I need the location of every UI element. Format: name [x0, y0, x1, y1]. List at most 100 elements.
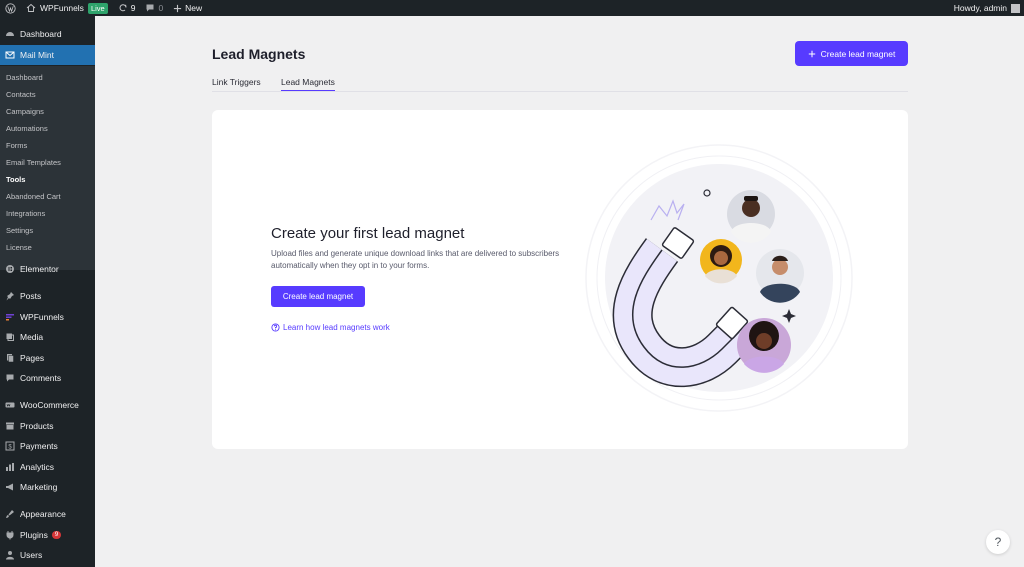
- admin-bar: WPFunnels Live 9 0 New Howdy, admin: [0, 0, 1024, 16]
- new-label: New: [185, 3, 203, 13]
- create-button-label: Create lead magnet: [820, 48, 896, 59]
- menu-label: Marketing: [20, 482, 58, 492]
- paintbrush-icon: [5, 509, 15, 519]
- menu-label: Media: [20, 332, 44, 342]
- menu-analytics[interactable]: Analytics: [0, 457, 95, 477]
- learn-more-link[interactable]: Learn how lead magnets work: [271, 323, 390, 332]
- submenu-forms[interactable]: Forms: [6, 141, 27, 150]
- help-circle-icon: [271, 323, 280, 332]
- chart-bar-icon: [5, 462, 15, 472]
- empty-state-create-button[interactable]: Create lead magnet: [271, 286, 365, 307]
- wordpress-logo-icon[interactable]: [0, 0, 21, 16]
- submenu-contacts[interactable]: Contacts: [6, 90, 36, 99]
- menu-plugins[interactable]: Plugins 9: [0, 525, 95, 545]
- live-badge: Live: [87, 2, 108, 14]
- submenu-dashboard[interactable]: Dashboard: [6, 73, 43, 82]
- pages-icon: [5, 353, 15, 363]
- avatar: [727, 190, 775, 243]
- submenu-settings[interactable]: Settings: [6, 226, 33, 235]
- greeting: Howdy, admin: [953, 3, 1007, 13]
- account-menu[interactable]: Howdy, admin: [949, 0, 1024, 16]
- magnet-illustration: [585, 144, 853, 412]
- megaphone-icon: [5, 482, 15, 492]
- plugins-update-badge: 9: [51, 531, 62, 539]
- page-title: Lead Magnets: [212, 46, 306, 62]
- menu-label: Posts: [20, 291, 42, 301]
- site-name-link[interactable]: WPFunnels Live: [21, 0, 113, 16]
- menu-media[interactable]: Media: [0, 327, 95, 347]
- menu-comments[interactable]: Comments: [0, 368, 95, 388]
- menu-users[interactable]: Users: [0, 545, 95, 565]
- payments-icon: $: [5, 441, 15, 451]
- menu-label: Plugins: [20, 530, 48, 540]
- menu-elementor[interactable]: Elementor: [0, 259, 95, 279]
- menu-label: Appearance: [20, 509, 66, 519]
- site-name: WPFunnels: [40, 3, 84, 13]
- menu-label: Pages: [20, 353, 45, 363]
- new-content-link[interactable]: New: [168, 0, 207, 16]
- refresh-icon: [119, 4, 127, 12]
- woocommerce-icon: [5, 400, 15, 410]
- media-icon: [5, 332, 15, 342]
- empty-state-description: Upload files and generate unique downloa…: [271, 249, 560, 270]
- mail-icon: [5, 50, 15, 60]
- tab-lead-magnets[interactable]: Lead Magnets: [281, 77, 335, 91]
- menu-label: Dashboard: [20, 29, 62, 39]
- tab-bar: Link Triggers Lead Magnets: [212, 72, 908, 92]
- user-icon: [5, 550, 15, 560]
- menu-mail-mint[interactable]: Mail Mint: [0, 45, 95, 65]
- menu-posts[interactable]: Posts: [0, 286, 95, 306]
- mail-mint-submenu: Dashboard Contacts Campaigns Automations…: [0, 66, 95, 270]
- submenu-campaigns[interactable]: Campaigns: [6, 107, 44, 116]
- submenu-tools[interactable]: Tools: [6, 175, 25, 184]
- updates-link[interactable]: 9: [113, 0, 141, 16]
- menu-label: Analytics: [20, 462, 55, 472]
- pin-icon: [5, 291, 15, 301]
- plus-icon: [174, 4, 182, 12]
- wpfunnels-icon: [5, 312, 15, 322]
- menu-marketing[interactable]: Marketing: [0, 477, 95, 497]
- plus-icon: [808, 50, 815, 57]
- menu-label: Comments: [20, 373, 62, 383]
- menu-appearance[interactable]: Appearance: [0, 504, 95, 524]
- empty-state-title: Create your first lead magnet: [271, 225, 465, 242]
- comments-count: 0: [158, 3, 164, 13]
- avatar: [756, 249, 804, 303]
- menu-pages[interactable]: Pages: [0, 348, 95, 368]
- help-button[interactable]: ?: [986, 530, 1010, 554]
- menu-label: Payments: [20, 441, 58, 451]
- menu-dashboard[interactable]: Dashboard: [0, 24, 95, 44]
- submenu-license[interactable]: License: [6, 243, 32, 252]
- menu-payments[interactable]: $ Payments: [0, 436, 95, 456]
- create-lead-magnet-button[interactable]: Create lead magnet: [795, 41, 908, 66]
- admin-sidebar: Dashboard Mail Mint Dashboard Contacts C…: [0, 16, 95, 567]
- menu-label: Mail Mint: [20, 50, 55, 60]
- comment-icon: [5, 373, 15, 383]
- menu-label: Elementor: [20, 264, 59, 274]
- avatar-icon: [1011, 3, 1020, 13]
- menu-label: Users: [20, 550, 43, 560]
- elementor-icon: [5, 264, 15, 274]
- dashboard-icon: [5, 29, 15, 39]
- tab-link-triggers[interactable]: Link Triggers: [212, 77, 261, 87]
- menu-products[interactable]: Products: [0, 416, 95, 436]
- submenu-email-templates[interactable]: Email Templates: [6, 158, 61, 167]
- menu-label: Products: [20, 421, 54, 431]
- menu-woocommerce[interactable]: WooCommerce: [0, 395, 95, 415]
- archive-icon: [5, 421, 15, 431]
- comment-icon: [146, 4, 154, 12]
- submenu-automations[interactable]: Automations: [6, 124, 48, 133]
- home-icon: [26, 3, 36, 12]
- empty-state-card: Create your first lead magnet Upload fil…: [212, 110, 908, 449]
- comments-link[interactable]: 0: [140, 0, 168, 16]
- menu-label: WooCommerce: [20, 400, 79, 410]
- submenu-integrations[interactable]: Integrations: [6, 209, 45, 218]
- avatar: [700, 239, 742, 284]
- plug-icon: [5, 530, 15, 540]
- avatar: [737, 318, 791, 373]
- menu-wpfunnels[interactable]: WPFunnels: [0, 307, 95, 327]
- learn-more-label: Learn how lead magnets work: [283, 323, 390, 332]
- menu-label: WPFunnels: [20, 312, 64, 322]
- submenu-abandoned-cart[interactable]: Abandoned Cart: [6, 192, 61, 201]
- updates-count: 9: [130, 3, 136, 13]
